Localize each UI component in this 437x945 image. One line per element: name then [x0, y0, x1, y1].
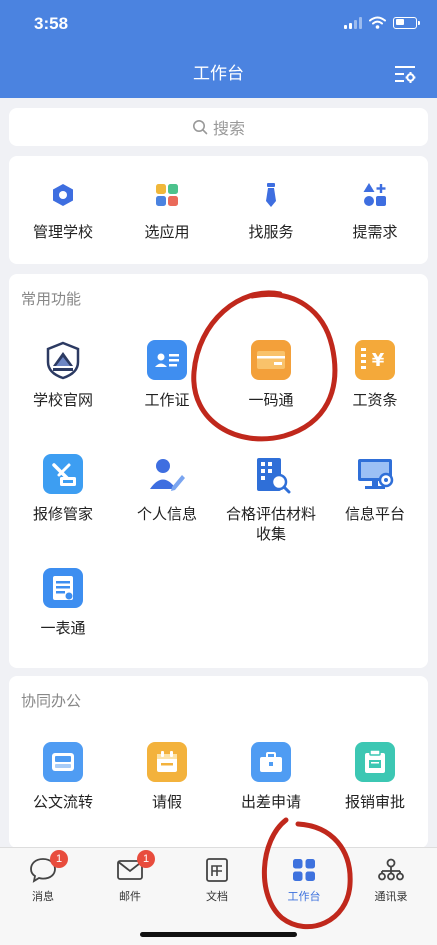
home-indicator	[140, 932, 297, 937]
status-time: 3:58	[34, 14, 69, 33]
app-label: 合格评估材料收集	[225, 505, 316, 543]
app-label: 一表通	[40, 619, 86, 637]
clipboard-icon	[355, 742, 395, 782]
search-input[interactable]: 搜索	[9, 108, 428, 146]
school-emblem-icon	[43, 340, 83, 380]
tie-icon	[256, 180, 286, 210]
tab-messages[interactable]: 1 消息	[8, 850, 78, 904]
tab-bar: 1 消息 1 邮件 文档 工作台 通讯录	[0, 847, 437, 945]
monitor-icon	[355, 454, 395, 494]
person-edit-icon	[147, 454, 187, 494]
unread-badge: 1	[50, 850, 68, 868]
app-label: 个人信息	[136, 505, 197, 523]
tab-label: 文档	[206, 890, 228, 903]
app-label: 信息平台	[344, 505, 405, 523]
app-label: 出差申请	[240, 793, 301, 811]
app-info-platform[interactable]: 信息平台	[323, 454, 427, 524]
repair-icon	[43, 454, 83, 494]
hexagon-icon	[48, 180, 78, 210]
app-assessment-materials[interactable]: 合格评估材料收集	[219, 454, 323, 544]
app-work-id[interactable]: 工作证	[115, 340, 219, 410]
app-one-code-pass[interactable]: 一码通	[219, 340, 323, 410]
app-personal-info[interactable]: 个人信息	[115, 454, 219, 524]
app-label: 报销审批	[344, 793, 405, 811]
calendar-icon	[147, 742, 187, 782]
battery-icon	[393, 16, 420, 29]
tab-label: 通讯录	[374, 890, 408, 903]
message-icon: 1	[28, 850, 68, 884]
header: 3:58 工作台	[0, 0, 437, 98]
section-title: 协同办公	[21, 692, 82, 710]
unread-badge: 1	[137, 850, 155, 868]
quick-action-choose-app[interactable]: 选应用	[115, 180, 219, 242]
app-school-website[interactable]: 学校官网	[11, 340, 115, 410]
quick-action-label: 选应用	[144, 223, 190, 241]
collaborative-office-card: 协同办公 公文流转 请假 出差申请 报销审批	[9, 676, 428, 848]
app-label: 请假	[151, 793, 182, 811]
grid-icon	[152, 180, 182, 210]
settings-menu-icon[interactable]	[393, 64, 417, 84]
status-icons	[344, 16, 420, 29]
tab-workbench[interactable]: 工作台	[269, 856, 339, 904]
salary-icon: ¥	[355, 340, 395, 380]
form-icon	[43, 568, 83, 608]
briefcase-icon	[251, 742, 291, 782]
wifi-icon	[369, 16, 386, 29]
app-label: 工作证	[144, 391, 190, 409]
id-card-icon	[147, 340, 187, 380]
signal-icon	[344, 16, 362, 29]
quick-action-submit-request[interactable]: 提需求	[323, 180, 427, 242]
app-label: 公文流转	[32, 793, 93, 811]
quick-action-label: 提需求	[352, 223, 398, 241]
tab-label: 消息	[32, 890, 54, 903]
common-functions-card: 常用功能 学校官网 工作证 一码通 ¥ 工资条 报修管家 个人信息 合格评估材料…	[9, 274, 428, 668]
app-repair-manager[interactable]: 报修管家	[11, 454, 115, 524]
inbox-icon	[43, 742, 83, 782]
svg-text:¥: ¥	[372, 350, 385, 371]
tab-label: 邮件	[119, 890, 141, 903]
workbench-grid-icon	[289, 856, 319, 884]
app-business-trip[interactable]: 出差申请	[219, 742, 323, 812]
tab-documents[interactable]: 文档	[182, 856, 252, 904]
app-label: 工资条	[352, 391, 398, 409]
quick-actions-card: 管理学校 选应用 找服务 提需求	[9, 156, 428, 264]
tab-label: 工作台	[287, 890, 321, 903]
app-one-form-pass[interactable]: 一表通	[11, 568, 115, 638]
shapes-plus-icon	[360, 180, 390, 210]
section-title: 常用功能	[21, 290, 82, 308]
app-label: 一码通	[248, 391, 294, 409]
building-search-icon	[251, 454, 291, 494]
quick-action-find-service[interactable]: 找服务	[219, 180, 323, 242]
app-payslip[interactable]: ¥ 工资条	[323, 340, 427, 410]
app-label: 学校官网	[32, 391, 93, 409]
quick-action-label: 找服务	[248, 223, 294, 241]
tab-mail[interactable]: 1 邮件	[95, 850, 165, 904]
app-reimbursement[interactable]: 报销审批	[323, 742, 427, 812]
quick-action-label: 管理学校	[32, 223, 93, 241]
page-title: 工作台	[193, 64, 244, 84]
app-leave-request[interactable]: 请假	[115, 742, 219, 812]
app-document-routing[interactable]: 公文流转	[11, 742, 115, 812]
org-chart-icon	[376, 856, 406, 884]
quick-action-manage-school[interactable]: 管理学校	[11, 180, 115, 242]
app-label: 报修管家	[32, 505, 93, 523]
mail-icon: 1	[115, 850, 155, 884]
search-placeholder: 搜索	[212, 119, 245, 138]
document-icon	[202, 856, 232, 884]
card-icon	[251, 340, 291, 380]
tab-contacts[interactable]: 通讯录	[356, 856, 426, 904]
search-icon	[192, 120, 208, 135]
